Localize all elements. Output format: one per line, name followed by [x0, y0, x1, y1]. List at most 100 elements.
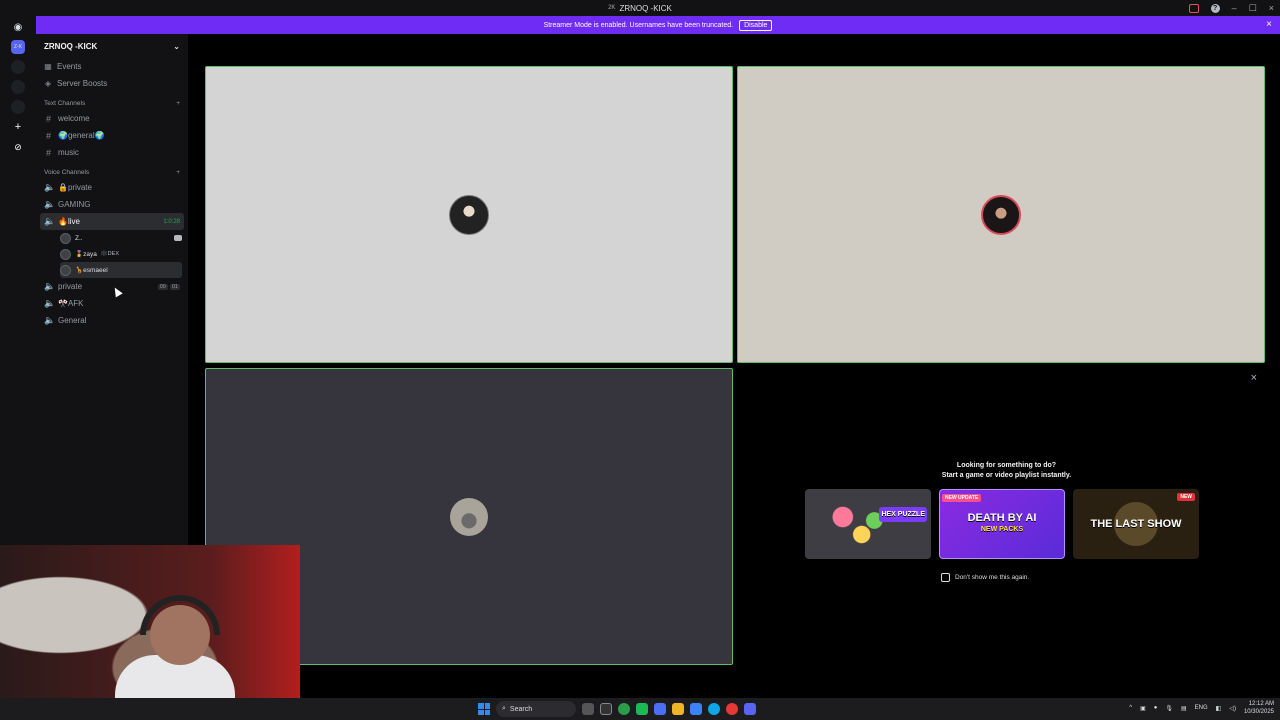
- speaker-icon: 🔈: [44, 216, 56, 226]
- voice-channel-afk[interactable]: 🔈 🎌AFK: [40, 295, 184, 312]
- title-bar: 2K ZRNOQ -KICK ? – ☐ ×: [0, 0, 1280, 16]
- category-label: Voice Channels: [44, 168, 90, 176]
- language-indicator[interactable]: ENG: [1195, 705, 1208, 711]
- server-name: ZRNOQ -KICK: [44, 41, 98, 51]
- mic-icon[interactable]: 🎙: [1165, 705, 1173, 712]
- nav-label: Server Boosts: [57, 79, 108, 88]
- channel-label: 🔒private: [58, 183, 92, 192]
- close-window-button[interactable]: ×: [1269, 3, 1274, 13]
- channel-label: General: [58, 316, 87, 325]
- category-text-channels[interactable]: Text Channels +: [36, 96, 188, 110]
- chat-icon[interactable]: [174, 235, 182, 241]
- help-icon[interactable]: ?: [1210, 3, 1220, 13]
- activity-suggestions-panel: × Looking for something to do? Start a g…: [748, 368, 1265, 665]
- channel-welcome[interactable]: # welcome: [40, 110, 184, 127]
- chrome-icon[interactable]: [618, 703, 630, 715]
- banner-close-icon[interactable]: ×: [1266, 19, 1272, 30]
- streamer-mode-banner: Streamer Mode is enabled. Usernames have…: [36, 16, 1280, 34]
- channel-label: 🔥live: [58, 217, 80, 226]
- activity-card-the-last-show[interactable]: NEW THE LAST SHOW: [1073, 489, 1199, 559]
- search-icon: ⌕: [502, 705, 506, 712]
- voice-call-stage: × Looking for something to do? Start a g…: [188, 34, 1280, 668]
- avatar: [449, 194, 489, 235]
- tray-icon[interactable]: ▤: [1181, 705, 1187, 712]
- add-channel-icon[interactable]: +: [176, 169, 180, 176]
- window-title: ZRNOQ -KICK: [619, 3, 672, 13]
- voice-channel-gaming[interactable]: 🔈 GAMING: [40, 196, 184, 213]
- windows-start-icon[interactable]: [478, 703, 490, 715]
- calendar-icon: ▦: [44, 62, 52, 71]
- windows-taskbar: ⌕ Search ^ ▣ ● 🎙 ▤ ENG ◧ ◁) 12:12 AM 10/…: [0, 698, 1280, 720]
- task-view-icon[interactable]: [600, 703, 612, 715]
- badge-count: 00: [157, 283, 168, 290]
- nav-server-boosts[interactable]: ◈ Server Boosts: [36, 75, 188, 92]
- participant-tile[interactable]: [737, 66, 1265, 363]
- server-icon[interactable]: [11, 80, 25, 94]
- discord-icon[interactable]: [744, 703, 756, 715]
- search-label: Search: [509, 705, 533, 713]
- network-icon[interactable]: ◧: [1216, 705, 1222, 712]
- clock-date: 10/30/2025: [1243, 709, 1274, 715]
- tray-icon[interactable]: ▣: [1140, 705, 1146, 712]
- taskbar-search[interactable]: ⌕ Search: [496, 701, 576, 717]
- minimize-button[interactable]: –: [1232, 3, 1237, 13]
- channel-label: 🎌AFK: [58, 299, 84, 308]
- tray-icon[interactable]: ●: [1154, 705, 1158, 711]
- voice-user-name: 🎖️zaya: [75, 251, 97, 258]
- discover-icon[interactable]: ⊘: [11, 140, 25, 154]
- channel-general[interactable]: # 🌍general🌍: [40, 127, 184, 144]
- dont-show-again-option[interactable]: Don't show me this again.: [941, 573, 1029, 582]
- voice-user[interactable]: Z..: [60, 230, 182, 246]
- nav-events[interactable]: ▦ Events: [36, 58, 188, 75]
- activity-prompt: Looking for something to do? Start a gam…: [748, 461, 1265, 481]
- avatar: [60, 264, 71, 276]
- hash-icon: #: [45, 130, 51, 141]
- checkbox[interactable]: [941, 573, 950, 582]
- store-icon[interactable]: [690, 703, 702, 715]
- activity-card-tag: NEW UPDATE: [942, 494, 982, 502]
- category-label: Text Channels: [44, 99, 86, 107]
- participant-tile[interactable]: [205, 66, 733, 363]
- app-icon[interactable]: [636, 703, 648, 715]
- voice-user[interactable]: 🦒esmaeel: [60, 262, 182, 278]
- user-tag: 🕸️DEX: [100, 251, 119, 257]
- clock-time: 12:12 AM: [1248, 701, 1274, 707]
- server-zk[interactable]: Z-K: [11, 40, 25, 54]
- system-tray: ^ ▣ ● 🎙 ▤ ENG ◧ ◁) 12:12 AM 10/30/2025: [1129, 700, 1274, 716]
- server-icon[interactable]: [11, 100, 25, 114]
- webcam-overlay: [0, 545, 300, 720]
- activity-title: Looking for something to do?: [956, 462, 1057, 469]
- add-channel-icon[interactable]: +: [176, 100, 180, 107]
- activity-card-label: HEX PUZZLE: [879, 507, 927, 522]
- voice-channel-private[interactable]: 🔈 🔒private: [40, 179, 184, 196]
- activity-card-label: THE LAST SHOW: [1090, 517, 1182, 530]
- voice-user[interactable]: 🎖️zaya 🕸️DEX: [60, 246, 182, 262]
- nav-label: Events: [57, 62, 82, 71]
- app-icon[interactable]: [654, 703, 666, 715]
- discord-home-icon[interactable]: ◉: [11, 20, 25, 34]
- activity-card-death-by-ai[interactable]: NEW UPDATE DEATH BY AI NEW PACKS: [939, 489, 1065, 559]
- activity-cards: HEX PUZZLE NEW UPDATE DEATH BY AI NEW PAC…: [805, 489, 1199, 559]
- server-header[interactable]: ZRNOQ -KICK ⌄: [36, 34, 188, 58]
- add-server-icon[interactable]: +: [11, 120, 25, 134]
- activity-card-label: DEATH BY AI: [967, 512, 1037, 524]
- chrome-icon[interactable]: [726, 703, 738, 715]
- close-icon[interactable]: ×: [1251, 372, 1257, 384]
- voice-channel-general[interactable]: 🔈 General: [40, 312, 184, 329]
- activity-card-hex-puzzle[interactable]: HEX PUZZLE: [805, 489, 931, 559]
- widget-icon[interactable]: [582, 703, 594, 715]
- maximize-button[interactable]: ☐: [1249, 3, 1257, 14]
- clock[interactable]: 12:12 AM 10/30/2025: [1244, 700, 1274, 716]
- volume-icon[interactable]: ◁): [1229, 705, 1236, 712]
- file-explorer-icon[interactable]: [672, 703, 684, 715]
- activity-card-label-wrap: DEATH BY AI NEW PACKS: [968, 513, 1037, 535]
- boost-icon: ◈: [44, 79, 52, 88]
- tray-overflow-icon[interactable]: ^: [1129, 705, 1132, 711]
- disable-streamer-mode-button[interactable]: Disable: [739, 19, 773, 31]
- channel-music[interactable]: # music: [40, 144, 184, 161]
- server-icon[interactable]: [11, 60, 25, 74]
- voice-channel-live[interactable]: 🔈 🔥live 1:0:28: [40, 213, 184, 230]
- category-voice-channels[interactable]: Voice Channels +: [36, 165, 188, 179]
- inbox-icon[interactable]: [1188, 3, 1199, 13]
- edge-icon[interactable]: [708, 703, 720, 715]
